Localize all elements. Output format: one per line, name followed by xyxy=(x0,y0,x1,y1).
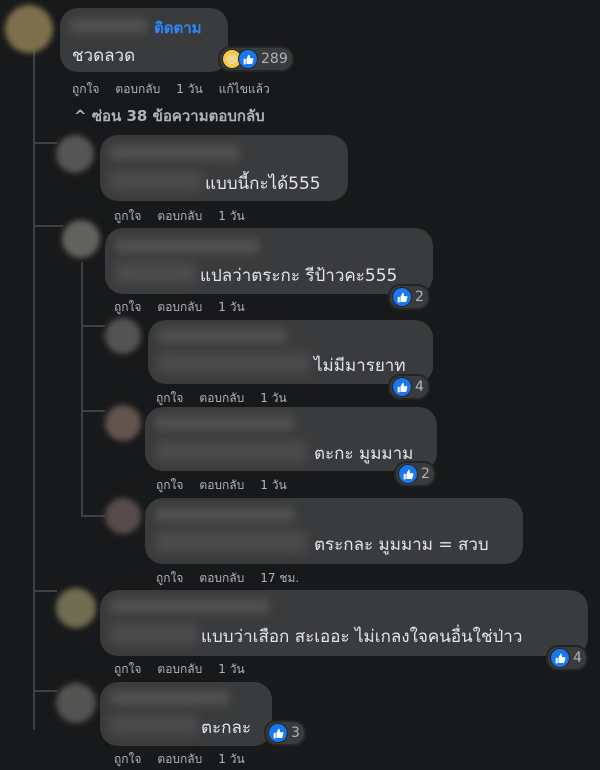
reaction-summary[interactable]: 4 xyxy=(390,376,428,398)
reply-link[interactable]: ตอบกลับ xyxy=(199,476,244,495)
reply-link[interactable]: ตอบกลับ xyxy=(157,207,202,226)
avatar[interactable] xyxy=(5,5,53,53)
reaction-count: 2 xyxy=(421,466,430,482)
timestamp[interactable]: 1 วัน xyxy=(260,476,286,495)
reply-text: แปลว่าตระกะ รีป้าวคะ555 xyxy=(200,266,398,286)
avatar[interactable] xyxy=(105,498,141,534)
reply-actions: ถูกใจ ตอบกลับ 1 วัน xyxy=(156,476,287,495)
commenter-name[interactable] xyxy=(115,238,260,254)
reply-actions: ถูกใจ ตอบกลับ 1 วัน xyxy=(114,298,245,317)
like-link[interactable]: ถูกใจ xyxy=(114,750,141,769)
thread-line-branch xyxy=(33,690,57,692)
reply-text: ตะกะ มูมมาม xyxy=(314,444,414,464)
reaction-count: 3 xyxy=(291,725,300,741)
timestamp[interactable]: 17 ชม. xyxy=(260,569,299,588)
timestamp[interactable]: 1 วัน xyxy=(176,80,202,99)
commenter-name[interactable] xyxy=(110,145,240,161)
reply-link[interactable]: ตอบกลับ xyxy=(115,80,160,99)
avatar[interactable] xyxy=(62,220,100,258)
reaction-summary[interactable]: 2 xyxy=(390,286,428,308)
avatar[interactable] xyxy=(56,588,96,628)
timestamp[interactable]: 1 วัน xyxy=(260,389,286,408)
reply-actions: ถูกใจ ตอบกลับ 1 วัน xyxy=(156,389,287,408)
reaction-count: 2 xyxy=(415,289,424,305)
avatar[interactable] xyxy=(56,683,96,723)
reply-link[interactable]: ตอบกลับ xyxy=(157,750,202,769)
blurred-text xyxy=(110,623,198,645)
reaction-count: 4 xyxy=(415,379,424,395)
reaction-count: 289 xyxy=(261,51,288,67)
reaction-summary[interactable]: 4 xyxy=(548,647,586,669)
like-link[interactable]: ถูกใจ xyxy=(114,298,141,317)
blurred-text xyxy=(158,352,310,374)
commenter-name[interactable] xyxy=(110,598,270,614)
reply-text: ตระกละ มูมมาม = สวบ xyxy=(314,535,489,555)
blurred-text xyxy=(115,262,197,284)
avatar[interactable] xyxy=(105,405,141,441)
timestamp[interactable]: 1 วัน xyxy=(218,298,244,317)
like-icon xyxy=(268,723,288,743)
like-link[interactable]: ถูกใจ xyxy=(156,569,183,588)
reply-text: ตะกละ xyxy=(201,718,252,738)
hide-replies-button[interactable]: ^ ซ่อน 38 ข้อความตอบกลับ xyxy=(74,104,265,128)
reply-link[interactable]: ตอบกลับ xyxy=(199,389,244,408)
like-link[interactable]: ถูกใจ xyxy=(114,660,141,679)
like-icon xyxy=(398,464,418,484)
timestamp[interactable]: 1 วัน xyxy=(218,750,244,769)
blurred-text xyxy=(110,714,198,736)
like-icon xyxy=(238,49,258,69)
commenter-name[interactable] xyxy=(158,328,288,344)
blurred-text xyxy=(110,170,202,192)
comment-text: ชวดลวด xyxy=(72,46,136,66)
reply-link[interactable]: ตอบกลับ xyxy=(157,298,202,317)
thread-line-branch xyxy=(33,225,63,227)
like-icon xyxy=(392,287,412,307)
reaction-summary[interactable]: 3 xyxy=(266,722,304,744)
commenter-name[interactable] xyxy=(70,18,148,34)
thread-line-branch xyxy=(33,590,57,592)
thread-line-main xyxy=(33,50,35,730)
commenter-name[interactable] xyxy=(155,507,295,523)
thread-line-branch xyxy=(33,142,57,144)
hide-replies-label: ซ่อน 38 ข้อความตอบกลับ xyxy=(91,107,265,125)
reply-text: แบบว่าเสือก สะเออะ ไม่เกลงใจคนอื่นใช่ป่า… xyxy=(201,627,523,647)
avatar[interactable] xyxy=(105,318,141,354)
reply-actions: ถูกใจ ตอบกลับ 1 วัน xyxy=(114,660,245,679)
reply-actions: ถูกใจ ตอบกลับ 1 วัน xyxy=(114,750,245,769)
commenter-name[interactable] xyxy=(110,690,230,706)
timestamp[interactable]: 1 วัน xyxy=(218,207,244,226)
thread-line-branch xyxy=(81,325,105,327)
reply-link[interactable]: ตอบกลับ xyxy=(157,660,202,679)
reaction-summary[interactable]: 2 xyxy=(396,463,434,485)
follow-link[interactable]: ติดตาม xyxy=(154,16,202,40)
blurred-text xyxy=(155,531,307,553)
reply-text: ไม่มีมารยาท xyxy=(314,356,406,376)
like-link[interactable]: ถูกใจ xyxy=(72,80,99,99)
reply-actions: ถูกใจ ตอบกลับ 1 วัน xyxy=(114,207,245,226)
thread-line-branch xyxy=(81,410,105,412)
edited-label: แก้ไขแล้ว xyxy=(218,82,270,96)
blurred-text xyxy=(155,440,307,462)
reply-actions: ถูกใจ ตอบกลับ 17 ชม. xyxy=(156,569,299,588)
reply-link[interactable]: ตอบกลับ xyxy=(199,569,244,588)
like-icon xyxy=(550,648,570,668)
like-icon xyxy=(392,377,412,397)
reply-text: แบบนี้กะได้555 xyxy=(205,174,321,194)
thread-line-sub xyxy=(81,262,83,517)
timestamp[interactable]: 1 วัน xyxy=(218,660,244,679)
like-link[interactable]: ถูกใจ xyxy=(156,389,183,408)
reaction-summary[interactable]: 😆 289 xyxy=(220,48,292,70)
chevron-up-icon: ^ xyxy=(74,107,87,125)
like-link[interactable]: ถูกใจ xyxy=(114,207,141,226)
like-link[interactable]: ถูกใจ xyxy=(156,476,183,495)
comment-actions: ถูกใจ ตอบกลับ 1 วัน แก้ไขแล้ว xyxy=(72,80,270,99)
reaction-count: 4 xyxy=(573,650,582,666)
commenter-name[interactable] xyxy=(155,415,295,431)
avatar[interactable] xyxy=(56,135,94,173)
thread-line-branch xyxy=(81,515,105,517)
